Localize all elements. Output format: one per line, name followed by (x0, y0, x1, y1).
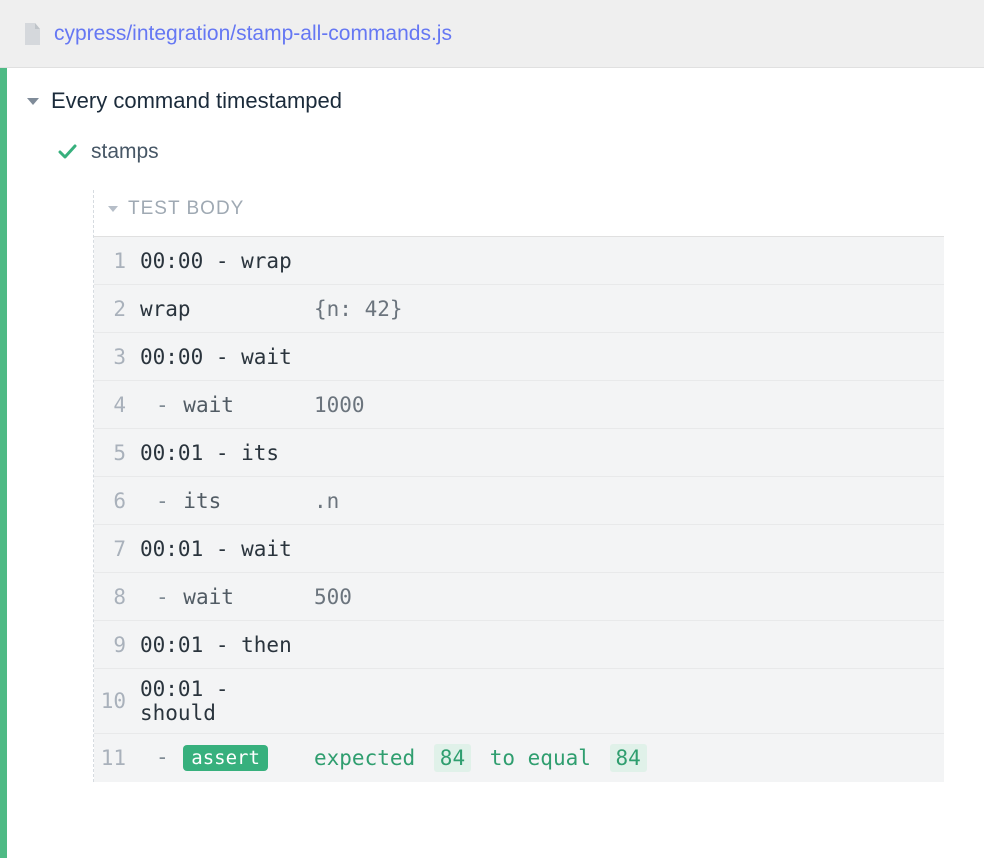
row-number: 6 (96, 489, 126, 513)
row-number: 11 (96, 746, 126, 770)
row-number: 2 (96, 297, 126, 321)
file-icon (22, 22, 42, 46)
command-row[interactable]: 2 wrap{n: 42} (94, 285, 944, 333)
command-arg: 1000 (314, 393, 365, 417)
row-number: 4 (96, 393, 126, 417)
command-row[interactable]: 1 00:00 - wrap (94, 237, 944, 285)
command-name: - wait (140, 393, 314, 417)
command-arg: {n: 42} (314, 297, 403, 321)
command-arg: 500 (314, 585, 352, 609)
test-title: stamps (91, 140, 159, 164)
row-number: 1 (96, 249, 126, 273)
row-number: 3 (96, 345, 126, 369)
row-number: 7 (96, 537, 126, 561)
command-row[interactable]: 3 00:00 - wait (94, 333, 944, 381)
command-row[interactable]: 5 00:01 - its (94, 429, 944, 477)
file-path[interactable]: cypress/integration/stamp-all-commands.j… (54, 22, 452, 46)
suite-title: Every command timestamped (51, 88, 342, 114)
row-number: 5 (96, 441, 126, 465)
command-row[interactable]: 6 - its.n (94, 477, 944, 525)
assert-rhs: 84 (610, 744, 647, 772)
command-log: 100:00 - wrap2wrap{n: 42}300:00 - wait4-… (94, 236, 944, 782)
command-row[interactable]: 4 - wait1000 (94, 381, 944, 429)
reporter-body: Every command timestamped stamps TEST BO… (0, 68, 984, 858)
command-name: 00:01 - wait (140, 537, 314, 561)
command-arg: .n (314, 489, 339, 513)
test-body-label: TEST BODY (128, 198, 244, 220)
command-name: 00:01 - its (140, 441, 314, 465)
command-name: 00:00 - wrap (140, 249, 314, 273)
command-row[interactable]: 9 00:01 - then (94, 621, 944, 669)
assert-message: expected 84 to equal 84 (314, 746, 653, 770)
file-header: cypress/integration/stamp-all-commands.j… (0, 0, 984, 68)
row-number: 8 (96, 585, 126, 609)
command-name: 00:01 - then (140, 633, 314, 657)
command-log-container: TEST BODY 1 00:00 - wrap 2 wrap{n: 42} 3 00:0… (93, 190, 944, 782)
test-body-header[interactable]: TEST BODY (94, 190, 944, 236)
assert-label-col: - assert (140, 745, 314, 771)
chevron-down-icon (27, 98, 39, 105)
assert-pill: assert (183, 745, 268, 771)
suite-row[interactable]: Every command timestamped (7, 88, 984, 114)
chevron-down-icon (108, 206, 118, 212)
command-name: - its (140, 489, 314, 513)
check-icon (57, 142, 77, 162)
command-name: 00:00 - wait (140, 345, 314, 369)
command-row[interactable]: 10 00:01 - should (94, 669, 944, 734)
assert-lhs: 84 (434, 744, 471, 772)
row-number: 10 (96, 689, 126, 713)
row-number: 9 (96, 633, 126, 657)
assert-row[interactable]: 11 - assertexpected 84 to equal 84 (94, 734, 944, 782)
command-name: 00:01 - should (140, 677, 314, 725)
test-row[interactable]: stamps (7, 140, 984, 164)
command-name: - wait (140, 585, 314, 609)
command-row[interactable]: 7 00:01 - wait (94, 525, 944, 573)
command-row[interactable]: 8 - wait500 (94, 573, 944, 621)
command-name: wrap (140, 297, 314, 321)
